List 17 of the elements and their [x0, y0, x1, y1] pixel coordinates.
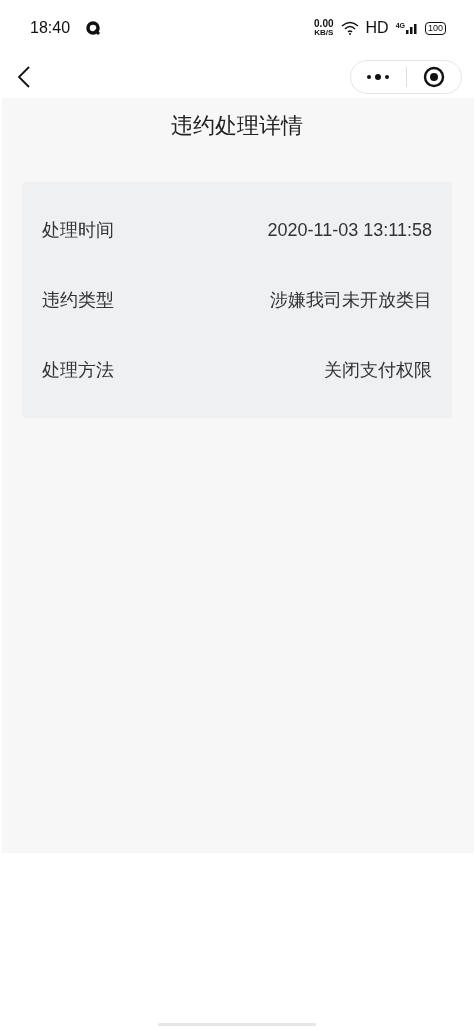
network-speed: 0.00 KB/S: [314, 19, 334, 37]
clock-time: 18:40: [30, 19, 71, 37]
hd-indicator: HD: [365, 19, 389, 37]
target-icon: [422, 66, 445, 88]
more-icon: [366, 73, 391, 81]
signal-icon: [405, 22, 418, 34]
app-notification-icon: [86, 21, 102, 35]
field-label: 处理时间: [42, 219, 114, 242]
page-title: 违约处理详情: [170, 112, 304, 140]
field-value: 涉嫌我司未开放类目: [270, 289, 432, 312]
field-label: 违约类型: [42, 289, 114, 312]
battery-level: 100: [424, 21, 446, 35]
wifi-icon: [340, 21, 359, 35]
field-value: 2020-11-03 13:11:58: [267, 219, 432, 241]
back-icon[interactable]: [18, 66, 30, 88]
field-label: 处理方法: [42, 359, 114, 382]
field-value: 关闭支付权限: [324, 359, 432, 382]
